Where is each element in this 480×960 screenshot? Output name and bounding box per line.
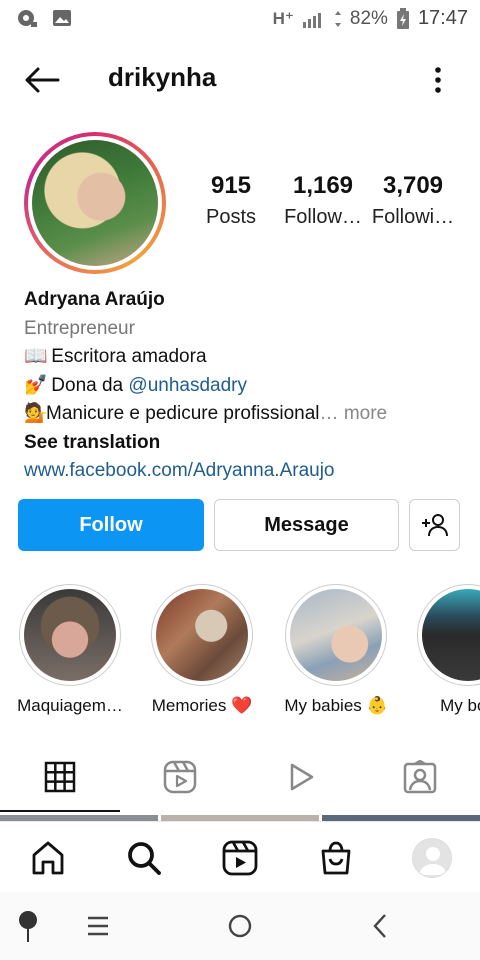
data-arrows-icon <box>334 10 341 27</box>
stat-followers[interactable]: 1,169 Follow… <box>278 172 368 229</box>
tab-reels[interactable] <box>120 744 240 810</box>
stat-posts[interactable]: 915 Posts <box>186 172 276 229</box>
camera-notification-icon <box>18 10 37 27</box>
nav-home[interactable] <box>26 836 70 880</box>
clock: 17:47 <box>417 7 468 29</box>
nav-profile[interactable] <box>410 836 454 880</box>
display-name: Adryana Araújo <box>24 289 165 310</box>
home-icon <box>32 841 64 875</box>
pin-icon <box>19 911 37 942</box>
recents-button[interactable] <box>76 906 120 946</box>
reels-icon <box>222 840 258 876</box>
active-tab-indicator <box>0 810 120 812</box>
see-translation-link[interactable]: See translation <box>24 429 464 458</box>
bio-line-3: 💁Manicure e pedicure profissional… more <box>24 400 464 429</box>
assistant-button[interactable] <box>6 906 50 946</box>
posts-count: 915 <box>210 172 252 199</box>
status-bar: H⁺ 82% 17:47 <box>0 0 480 38</box>
tab-posts-grid[interactable] <box>0 744 120 810</box>
following-count: 3,709 <box>382 172 444 199</box>
reels-icon <box>163 760 197 794</box>
suggested-users-button[interactable] <box>409 499 460 551</box>
highlight-cover <box>422 589 480 681</box>
tagged-user-icon <box>403 760 437 794</box>
home-button[interactable] <box>218 906 262 946</box>
highlight-cover <box>290 589 382 681</box>
tab-tagged[interactable] <box>360 744 480 810</box>
menu-lines-icon <box>88 916 108 936</box>
story-highlights: Maquiagem… Memories ❤️ My babies 👶 My bo… <box>0 584 480 724</box>
highlight-item[interactable]: Maquiagem… <box>10 584 130 716</box>
back-arrow-icon[interactable] <box>22 64 62 96</box>
circle-home-icon <box>228 914 252 938</box>
highlight-cover <box>156 589 248 681</box>
system-back-button[interactable] <box>358 906 402 946</box>
nav-reels[interactable] <box>218 836 262 880</box>
chevron-left-icon <box>373 914 386 938</box>
highlight-item[interactable]: My babies 👶 <box>276 584 396 716</box>
highlight-item[interactable]: Memories ❤️ <box>142 584 262 716</box>
search-icon <box>128 842 161 875</box>
signal-icon <box>302 12 321 28</box>
more-options-icon[interactable] <box>432 64 444 96</box>
highlight-label: Memories ❤️ <box>151 696 253 715</box>
mention-link[interactable]: @unhasdadry <box>128 375 247 396</box>
profile-tabs <box>0 744 480 814</box>
bio-line-1: 📖 Escritora amadora <box>24 343 464 372</box>
bio-line-2: 💅 Dona da @unhasdadry <box>24 372 464 401</box>
bio-more-link[interactable]: … more <box>320 403 388 424</box>
nav-search[interactable] <box>122 836 166 880</box>
system-navigation-bar <box>0 892 480 960</box>
follow-button[interactable]: Follow <box>18 499 204 551</box>
nail-polish-icon: 💅 <box>24 374 48 396</box>
network-type: H⁺ <box>272 8 294 28</box>
highlight-label: Maquiagem… <box>17 696 123 715</box>
highlight-item[interactable]: My boo <box>408 584 480 716</box>
profile-header: drikynha <box>0 52 480 108</box>
shopping-bag-icon <box>321 841 351 875</box>
profile-category: Entrepreneur <box>24 317 135 339</box>
posts-label: Posts <box>205 206 257 228</box>
highlight-label: My boo <box>440 696 480 715</box>
book-icon: 📖 <box>24 346 48 367</box>
person-tipping-hand-icon: 💁 <box>24 403 48 424</box>
profile-avatar-story-ring[interactable] <box>24 132 166 274</box>
image-notification-icon <box>53 10 71 26</box>
default-avatar-icon <box>419 847 447 875</box>
followers-count: 1,169 <box>292 172 354 199</box>
highlight-label: My babies 👶 <box>284 696 388 715</box>
add-user-icon <box>421 514 448 537</box>
nav-shop[interactable] <box>314 836 358 880</box>
message-button[interactable]: Message <box>214 499 399 551</box>
bottom-navigation <box>0 821 480 891</box>
stat-following[interactable]: 3,709 Followi… <box>368 172 458 229</box>
grid-icon <box>44 761 76 793</box>
profile-username: drikynha <box>108 62 217 92</box>
following-label: Followi… <box>371 206 455 228</box>
battery-percent: 82% <box>349 7 388 29</box>
play-icon <box>290 763 314 791</box>
profile-bio: Adryana Araújo Entrepreneur 📖 Escritora … <box>24 286 464 486</box>
user-avatar <box>412 838 452 878</box>
profile-avatar <box>32 140 158 266</box>
tab-videos[interactable] <box>240 744 360 810</box>
website-link[interactable]: www.facebook.com/Adryanna.Araujo <box>24 457 464 486</box>
battery-charging-icon <box>396 7 409 29</box>
followers-label: Follow… <box>284 206 362 228</box>
highlight-cover <box>24 589 116 681</box>
